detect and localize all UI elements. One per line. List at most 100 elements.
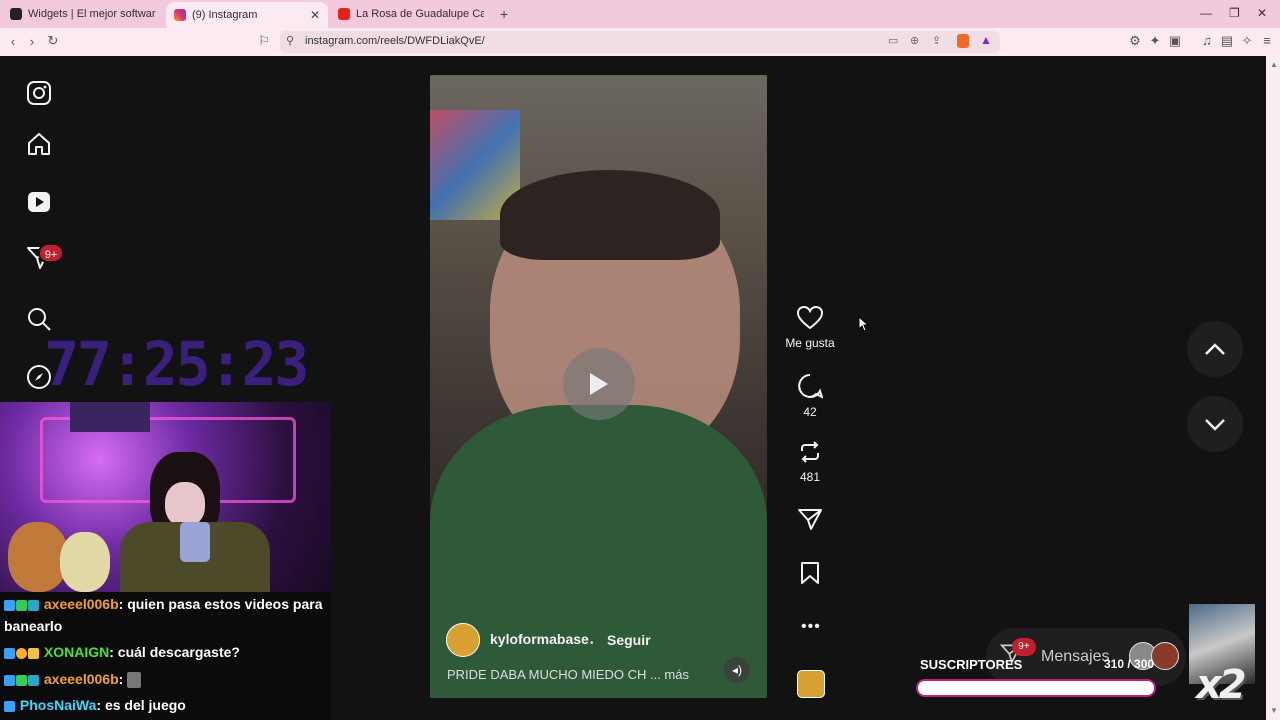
badge-icon — [4, 674, 15, 686]
comment-icon[interactable] — [797, 373, 823, 399]
forward-icon[interactable]: › — [23, 34, 41, 49]
zoom-icon[interactable]: ⊕ — [910, 34, 919, 47]
person-hair — [500, 170, 720, 260]
share-icon[interactable]: ⇪ — [932, 34, 941, 47]
menu-icon[interactable]: ≡ — [1258, 33, 1276, 48]
separator-dot: • — [590, 638, 594, 649]
more-options-icon[interactable]: ••• — [801, 618, 821, 636]
share-icon[interactable] — [797, 507, 823, 531]
close-window-icon[interactable]: ✕ — [1257, 6, 1267, 20]
tab-widgets[interactable]: Widgets | El mejor software para pot — [2, 2, 164, 26]
youtube-favicon-icon — [338, 8, 350, 20]
chat-text: cuál descargaste? — [117, 644, 240, 660]
stream-timer: 77:25:23 — [44, 328, 309, 400]
chat-username[interactable]: axeeel006b — [44, 671, 119, 687]
chat-username[interactable]: PhosNaiWa — [20, 697, 97, 713]
chat-message: axeeel006b: — [4, 668, 332, 690]
caption-text: PRIDE DABA MUCHO MIEDO CH — [447, 667, 647, 682]
comment-count: 42 — [803, 405, 817, 419]
multiplier-label: x2 — [1196, 662, 1247, 708]
webcam-overlay — [0, 402, 331, 592]
chat-message: axeeel006b: quien pasa estos videos para… — [4, 593, 332, 637]
leo-icon[interactable]: ✧ — [1238, 33, 1256, 49]
site-info-icon[interactable]: ⚲ — [286, 34, 294, 47]
chat-username[interactable]: XONAIGN — [44, 644, 109, 660]
messages-label: Mensajes — [1041, 648, 1110, 665]
next-reel-button[interactable] — [1187, 396, 1243, 452]
repost-action[interactable]: 481 — [780, 440, 840, 484]
bookmark-icon[interactable]: ⚐ — [255, 33, 273, 49]
caption: PRIDE DABA MUCHO MIEDO CH ... más — [447, 667, 689, 682]
close-tab-icon[interactable]: ✕ — [310, 8, 320, 22]
author-username[interactable]: kyloformabase — [490, 631, 589, 647]
rewards-icon[interactable]: ▲ — [980, 33, 992, 47]
url-text[interactable]: instagram.com/reels/DWFDLiakQvE/ — [305, 35, 485, 47]
audio-thumbnail[interactable] — [797, 670, 825, 698]
tab-title: (9) Instagram — [192, 9, 258, 21]
play-icon — [590, 373, 608, 395]
instagram-logo-icon[interactable] — [26, 80, 52, 106]
comment-action[interactable]: 42 — [780, 373, 840, 419]
chat-message: PhosNaiWa: es del juego — [4, 694, 332, 716]
tab-bar: Widgets | El mejor software para pot (9)… — [0, 0, 1280, 28]
more-link[interactable]: ... más — [650, 667, 689, 682]
stream-chat: axeeel006b: quien pasa estos videos para… — [0, 592, 331, 720]
back-icon[interactable]: ‹ — [4, 34, 22, 49]
home-icon[interactable] — [26, 131, 52, 157]
cursor-icon — [858, 316, 868, 332]
person-shirt — [430, 405, 767, 698]
subs-goal-bar — [918, 681, 1154, 695]
new-tab-icon[interactable]: + — [500, 6, 508, 22]
author-avatar[interactable] — [446, 623, 480, 657]
badge-icon — [4, 700, 15, 712]
sound-icon[interactable]: ◂) — [724, 657, 750, 683]
emote-icon — [127, 672, 142, 689]
tab-title: La Rosa de Guadalupe Capítulo ESTA — [356, 8, 484, 20]
chat-text: es del juego — [104, 697, 186, 713]
notifications-badge: 9+ — [38, 243, 64, 263]
reload-icon[interactable]: ↻ — [44, 33, 62, 49]
previous-reel-button[interactable] — [1187, 321, 1243, 377]
page-scrollbar[interactable]: ▲ ▼ — [1266, 56, 1280, 720]
reels-icon[interactable] — [26, 189, 52, 215]
cast-icon[interactable]: ▭ — [888, 34, 898, 47]
save-icon[interactable] — [799, 561, 821, 585]
badge-icon — [16, 647, 27, 659]
repost-icon[interactable] — [798, 440, 822, 464]
sidebar-icon[interactable]: ▣ — [1166, 33, 1184, 49]
puzzle-icon[interactable]: ✦ — [1146, 33, 1164, 49]
subs-goal-fill — [918, 681, 1154, 695]
tab-instagram[interactable]: (9) Instagram ✕ — [166, 2, 328, 28]
chevron-down-icon — [1205, 419, 1225, 431]
reel-video[interactable]: kyloformabase • Seguir PRIDE DABA MUCHO … — [430, 75, 767, 698]
chat-sep: : — [118, 596, 128, 612]
wallet-icon[interactable]: ▤ — [1218, 33, 1236, 49]
badge-icon — [28, 599, 39, 611]
chevron-up-icon — [1205, 343, 1225, 355]
chat-message: XONAIGN: cuál descargaste? — [4, 641, 332, 663]
widgets-favicon-icon — [10, 8, 22, 20]
subs-goal-count: 310 / 300 — [1104, 657, 1155, 671]
brave-shield-icon[interactable] — [957, 34, 969, 48]
extension-icon[interactable]: ⚙ — [1126, 33, 1144, 49]
messages-badge: 9+ — [1012, 638, 1036, 656]
chat-sep: : — [109, 644, 118, 660]
instagram-favicon-icon — [174, 9, 186, 21]
heart-icon[interactable] — [797, 306, 823, 330]
minimize-icon[interactable]: — — [1200, 6, 1212, 20]
badge-icon — [4, 647, 15, 659]
restore-icon[interactable]: ❐ — [1229, 6, 1240, 20]
like-action[interactable]: Me gusta — [780, 306, 840, 350]
follow-button[interactable]: Seguir — [607, 632, 651, 648]
badge-icon — [16, 674, 27, 686]
music-icon[interactable]: ♫ — [1198, 33, 1216, 48]
tab-youtube[interactable]: La Rosa de Guadalupe Capítulo ESTA — [330, 2, 492, 26]
avatar — [1151, 642, 1179, 670]
address-bar[interactable]: ⚲ instagram.com/reels/DWFDLiakQvE/ ▭ ⊕ ⇪… — [280, 31, 1000, 53]
chat-sep: : — [118, 671, 128, 687]
chat-username[interactable]: axeeel006b — [44, 596, 119, 612]
badge-icon — [28, 674, 39, 686]
badge-icon — [28, 647, 39, 659]
like-label: Me gusta — [785, 336, 835, 350]
chat-sep: : — [96, 697, 105, 713]
